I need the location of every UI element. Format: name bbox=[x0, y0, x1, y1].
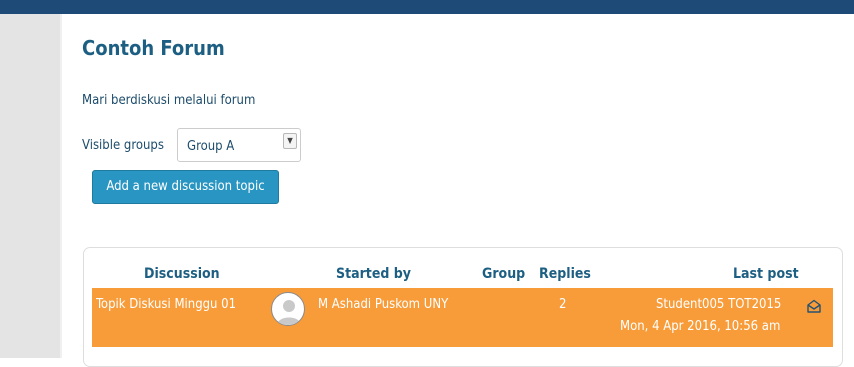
page-title: Contoh Forum bbox=[82, 36, 225, 60]
last-post-date-link[interactable]: Mon, 4 Apr 2016, 10:56 am bbox=[620, 319, 780, 334]
forum-description: Mari berdiskusi melalui forum bbox=[82, 93, 256, 108]
discussion-topic-link[interactable]: Topik Diskusi Minggu 01 bbox=[96, 297, 236, 312]
header-started-by[interactable]: Started by bbox=[336, 266, 411, 282]
header-replies[interactable]: Replies bbox=[539, 266, 591, 282]
visible-groups-label: Visible groups bbox=[82, 138, 164, 153]
sidebar-divider bbox=[60, 14, 62, 358]
header-group[interactable]: Group bbox=[482, 266, 525, 282]
user-avatar-icon[interactable] bbox=[271, 292, 305, 326]
replies-count-link[interactable]: 2 bbox=[559, 297, 566, 312]
last-post-author-link[interactable]: Student005 TOT2015 bbox=[656, 297, 781, 312]
left-sidebar-strip bbox=[0, 14, 60, 358]
started-by-user-link[interactable]: M Ashadi Puskom UNY bbox=[318, 297, 448, 312]
envelope-subscribe-icon[interactable] bbox=[806, 298, 822, 314]
header-last-post[interactable]: Last post bbox=[733, 266, 799, 282]
header-discussion[interactable]: Discussion bbox=[144, 266, 220, 282]
visible-groups-value: Group A bbox=[187, 139, 235, 154]
visible-groups-select[interactable]: Group A ▼ bbox=[177, 128, 301, 162]
chevron-down-icon: ▼ bbox=[283, 133, 297, 149]
top-header-bar bbox=[0, 0, 854, 14]
add-discussion-topic-button[interactable]: Add a new discussion topic bbox=[92, 170, 279, 204]
